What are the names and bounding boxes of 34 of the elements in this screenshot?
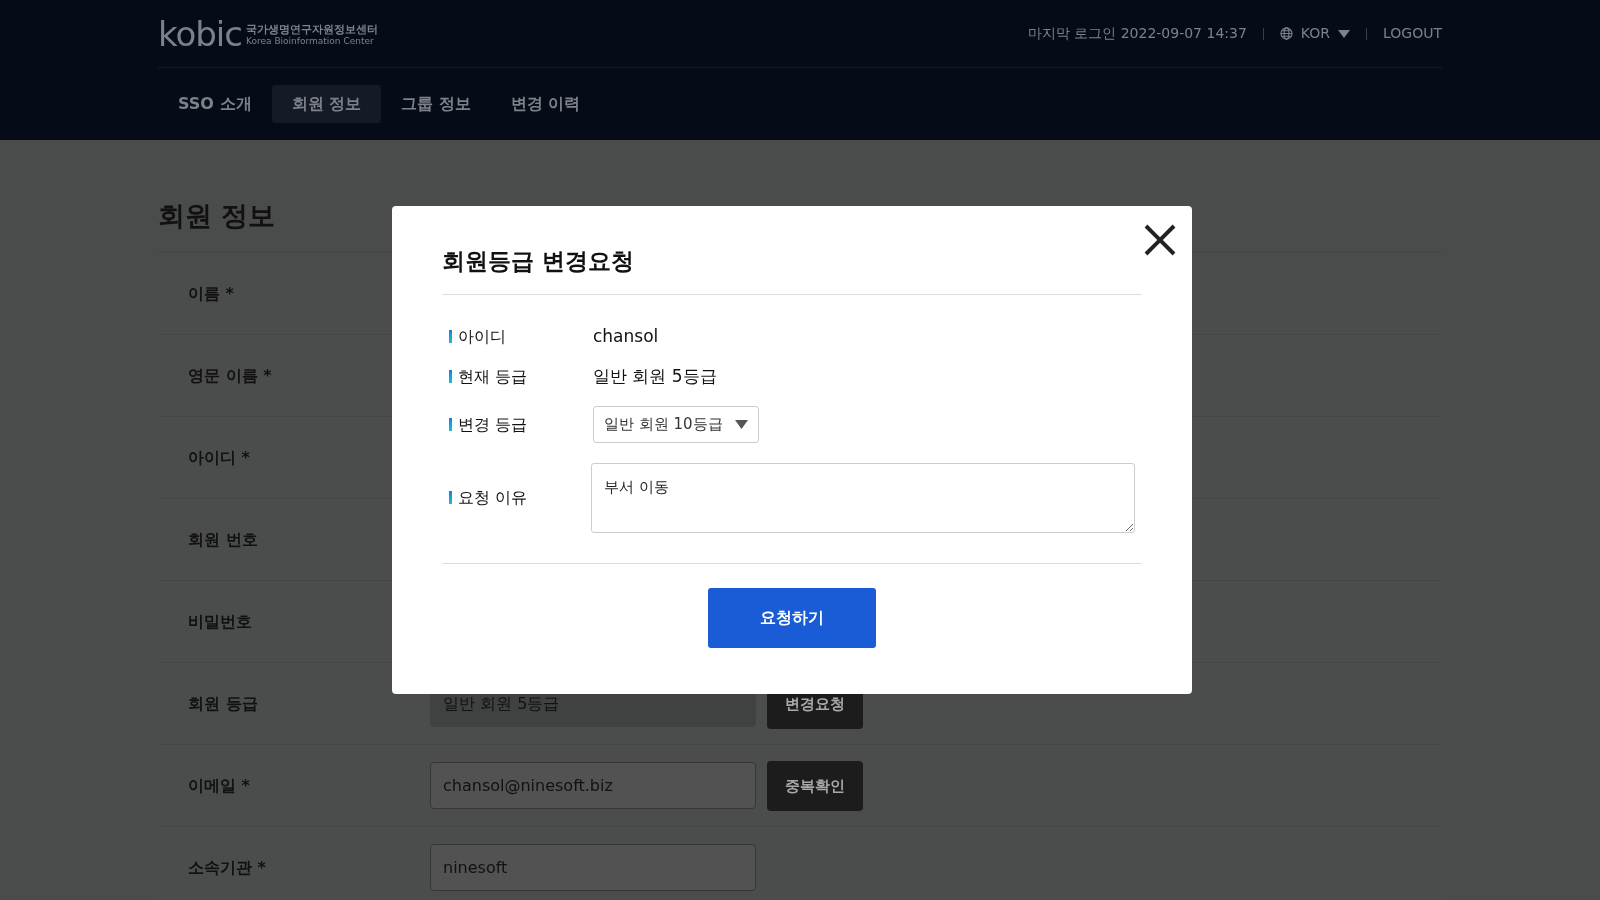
last-login-text: 마지막 로그인 2022-09-07 14:37 — [1027, 24, 1247, 43]
logout-link[interactable]: LOGOUT — [1383, 23, 1442, 44]
nav-tab[interactable]: 그룹 정보 — [381, 85, 491, 123]
field-label: 현재 등급 — [458, 365, 528, 388]
field-label: 변경 등급 — [458, 413, 528, 436]
reason-textarea[interactable]: 부서 이동 — [591, 462, 1135, 533]
field-value: 일반 회원 5등급 — [593, 364, 717, 388]
field-label: 이름 * — [187, 282, 235, 305]
field-label: 요청 이유 — [458, 486, 528, 509]
language-selector[interactable]: KOR — [1279, 23, 1350, 44]
field-label: 회원 등급 — [187, 692, 259, 715]
field-label: 영문 이름 * — [187, 364, 273, 387]
nav-tab[interactable]: 회원 정보 — [271, 85, 382, 123]
logo-wordmark[interactable]: kobic — [158, 16, 242, 51]
logo-english-name: Korea Bioinformation Center — [246, 36, 375, 47]
action-button[interactable]: 중복확인 — [767, 760, 863, 811]
field-label: 회원 번호 — [187, 528, 259, 551]
nav-tab[interactable]: 변경 이력 — [490, 85, 601, 123]
field-label: 아이디 * — [187, 446, 251, 469]
field-value: chansol — [593, 324, 659, 348]
field-label: 아이디 — [458, 325, 506, 348]
page-title: 회원 정보 — [158, 200, 277, 233]
caret-icon — [1338, 29, 1350, 38]
grade-select[interactable]: 일반 회원 10등급 — [593, 406, 759, 444]
logo-korean-name: 국가생명연구자원정보센터 — [246, 23, 378, 37]
submit-request-button[interactable]: 요청하기 — [708, 587, 876, 648]
field-label: 소속기관 * — [187, 856, 267, 879]
close-button[interactable] — [1142, 222, 1178, 258]
field-label: 비밀번호 — [187, 610, 253, 633]
nav-tab[interactable]: SSO 소개 — [158, 85, 272, 123]
modal-title: 회원등급 변경요청 — [442, 248, 1142, 295]
field-label: 이메일 * — [187, 774, 251, 797]
caret-icon — [734, 420, 748, 430]
globe-icon — [1279, 27, 1293, 40]
